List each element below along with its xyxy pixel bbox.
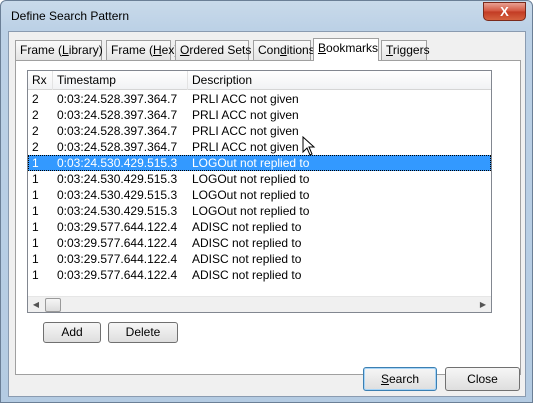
cell-description: ADISC not replied to — [192, 236, 302, 250]
cell-description: ADISC not replied to — [192, 252, 302, 266]
list-row[interactable]: 1 0:03:24.530.429.515.3 LOGOut not replied… — [28, 171, 491, 187]
tab-ordered-sets[interactable]: Ordered Sets — [175, 40, 251, 60]
cell-rx: 1 — [32, 204, 39, 218]
cell-timestamp: 0:03:29.577.644.122.4 — [57, 220, 178, 234]
list-row[interactable]: 2 0:03:24.528.397.364.7 PRLI ACC not given — [28, 107, 491, 123]
cell-timestamp: 0:03:24.530.429.515.3 — [57, 172, 178, 186]
mouse-pointer-icon — [302, 136, 316, 156]
scroll-left-arrow-icon[interactable]: ◀ — [28, 297, 44, 313]
list-header: Rx Timestamp Description — [28, 71, 491, 90]
list-row[interactable]: 1 0:03:24.530.429.515.3 LOGOut not replied… — [28, 155, 491, 171]
dialog-client-area: Frame (Library) Frame (Hex) Ordered Sets… — [8, 31, 526, 397]
cell-timestamp: 0:03:24.528.397.364.7 — [57, 108, 178, 122]
title-bar[interactable]: Define Search Pattern X — [1, 1, 532, 31]
cell-rx: 2 — [32, 140, 39, 154]
list-row[interactable]: 1 0:03:24.530.429.515.3 LOGOut not replied… — [28, 187, 491, 203]
tab-frame-hex[interactable]: Frame (Hex) — [106, 40, 178, 60]
cell-description: LOGOut not replied to — [192, 188, 310, 202]
window-title: Define Search Pattern — [11, 9, 130, 23]
cell-timestamp: 0:03:24.530.429.515.3 — [57, 156, 178, 170]
cell-timestamp: 0:03:24.528.397.364.7 — [57, 124, 178, 138]
list-row[interactable]: 1 0:03:29.577.644.122.4 ADISC not replied … — [28, 267, 491, 283]
cell-rx: 1 — [32, 172, 39, 186]
tab-triggers[interactable]: Triggers — [381, 40, 430, 60]
cell-rx: 2 — [32, 92, 39, 106]
cell-rx: 1 — [32, 156, 39, 170]
cell-rx: 1 — [32, 220, 39, 234]
column-header-timestamp[interactable]: Timestamp — [53, 71, 188, 90]
tab-conditions[interactable]: Conditions — [253, 40, 315, 60]
tab-frame-library[interactable]: Frame (Library) — [15, 40, 103, 60]
cell-rx: 1 — [32, 268, 39, 282]
bookmarks-list[interactable]: Rx Timestamp Description 2 0:03:24.528.39… — [27, 70, 492, 313]
cell-rx: 1 — [32, 188, 39, 202]
cell-timestamp: 0:03:29.577.644.122.4 — [57, 252, 178, 266]
cell-rx: 1 — [32, 236, 39, 250]
list-row[interactable]: 1 0:03:29.577.644.122.4 ADISC not replied … — [28, 219, 491, 235]
list-row[interactable]: 2 0:03:24.528.397.364.7 PRLI ACC not given — [28, 91, 491, 107]
cell-description: ADISC not replied to — [192, 268, 302, 282]
list-row[interactable]: 2 0:03:24.528.397.364.7 PRLI ACC not given — [28, 139, 491, 155]
cell-timestamp: 0:03:24.528.397.364.7 — [57, 92, 178, 106]
cell-rx: 2 — [32, 124, 39, 138]
cell-timestamp: 0:03:29.577.644.122.4 — [57, 236, 178, 250]
cell-rx: 2 — [32, 108, 39, 122]
list-row[interactable]: 2 0:03:24.528.397.364.7 PRLI ACC not given — [28, 123, 491, 139]
cell-description: ADISC not replied to — [192, 220, 302, 234]
cell-description: LOGOut not replied to — [192, 204, 310, 218]
cell-description: PRLI ACC not given — [192, 124, 299, 138]
cell-description: PRLI ACC not given — [192, 108, 299, 122]
cell-timestamp: 0:03:24.528.397.364.7 — [57, 140, 178, 154]
scroll-thumb[interactable] — [45, 298, 61, 312]
column-header-rx[interactable]: Rx — [28, 71, 53, 90]
cell-description: PRLI ACC not given — [192, 140, 299, 154]
cell-timestamp: 0:03:29.577.644.122.4 — [57, 268, 178, 282]
cell-description: PRLI ACC not given — [192, 92, 299, 106]
define-search-pattern-dialog: Define Search Pattern X Frame (Library) … — [0, 0, 533, 403]
list-row[interactable]: 1 0:03:29.577.644.122.4 ADISC not replied … — [28, 251, 491, 267]
close-button[interactable]: Close — [445, 367, 520, 391]
delete-button[interactable]: Delete — [108, 322, 178, 343]
cell-description: LOGOut not replied to — [192, 156, 310, 170]
close-window-button[interactable]: X — [483, 2, 526, 21]
cell-timestamp: 0:03:24.530.429.515.3 — [57, 204, 178, 218]
scroll-right-arrow-icon[interactable]: ▶ — [475, 297, 491, 313]
list-row[interactable]: 1 0:03:29.577.644.122.4 ADISC not replied … — [28, 235, 491, 251]
list-body: 2 0:03:24.528.397.364.7 PRLI ACC not given… — [28, 91, 491, 296]
column-header-description[interactable]: Description — [188, 71, 491, 90]
cell-description: LOGOut not replied to — [192, 172, 310, 186]
search-button[interactable]: Search — [363, 367, 437, 391]
horizontal-scrollbar[interactable]: ◀ ▶ — [28, 296, 491, 312]
tab-bookmarks[interactable]: Bookmarks — [313, 38, 379, 61]
add-button[interactable]: Add — [43, 322, 101, 343]
cell-rx: 1 — [32, 252, 39, 266]
cell-timestamp: 0:03:24.530.429.515.3 — [57, 188, 178, 202]
list-row[interactable]: 1 0:03:24.530.429.515.3 LOGOut not replied… — [28, 203, 491, 219]
